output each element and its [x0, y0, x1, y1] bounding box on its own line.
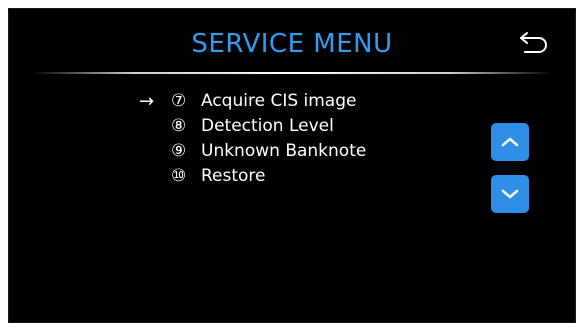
- service-menu-list: → ⑦ Acquire CIS image ⑧ Detection Level ⑨U…: [139, 89, 366, 189]
- menu-item-label: Detection Level: [201, 116, 334, 136]
- menu-item-detection-level[interactable]: ⑧ Detection Level: [139, 114, 366, 139]
- menu-item-label: Restore: [201, 166, 266, 186]
- header-divider: [31, 72, 553, 74]
- service-menu-screen: SERVICE MENU → ⑦ Acquire CIS image ⑧ Detec…: [8, 8, 576, 323]
- menu-item-acquire-cis-image[interactable]: → ⑦ Acquire CIS image: [139, 89, 366, 114]
- menu-item-label: Acquire CIS image: [201, 91, 357, 111]
- scroll-up-button[interactable]: [491, 123, 529, 161]
- menu-item-number: ⑩: [171, 166, 187, 186]
- menu-item-unknown-banknote[interactable]: ⑨ Unknown Banknote: [139, 139, 366, 164]
- selection-arrow-icon: →: [139, 91, 155, 112]
- back-button[interactable]: [517, 27, 553, 59]
- chevron-up-icon: [501, 137, 519, 147]
- menu-item-number: ⑧: [171, 116, 187, 136]
- menu-item-restore[interactable]: ⑩ Restore: [139, 164, 366, 189]
- menu-item-number: ⑨: [171, 141, 187, 161]
- menu-item-label: Unknown Banknote: [201, 141, 367, 161]
- page-title: SERVICE MENU: [191, 29, 393, 59]
- chevron-down-icon: [501, 189, 519, 199]
- undo-arrow-icon: [520, 32, 547, 53]
- menu-item-number: ⑦: [171, 91, 187, 111]
- scroll-down-button[interactable]: [491, 175, 529, 213]
